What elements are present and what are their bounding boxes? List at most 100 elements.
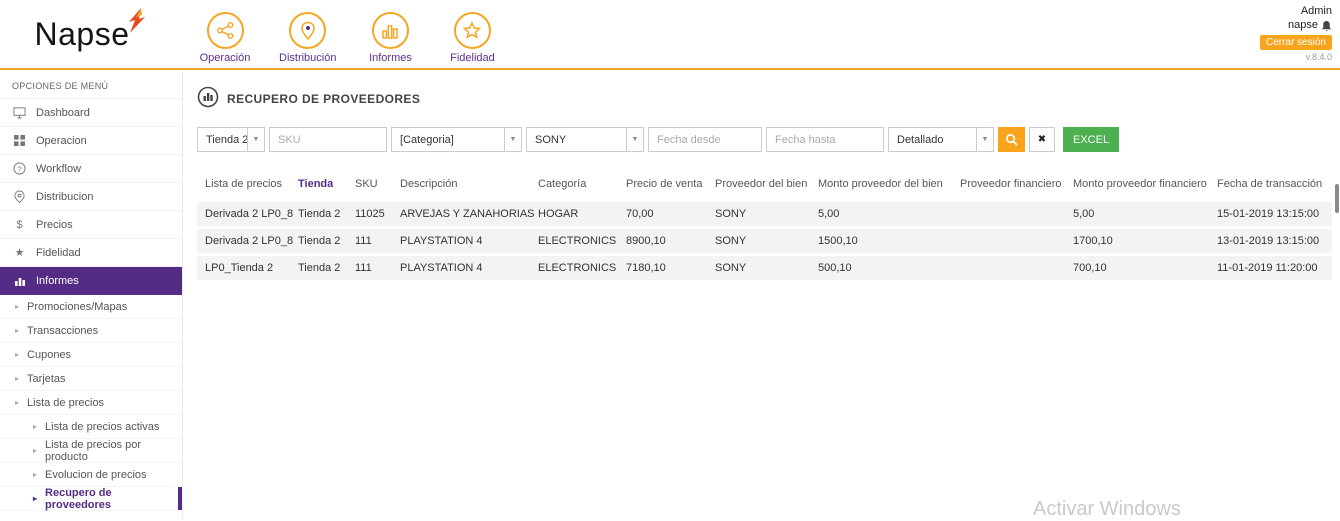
- sidebar-item-dashboard[interactable]: Dashboard: [0, 99, 182, 127]
- column-header-tienda[interactable]: Tienda: [294, 172, 351, 202]
- nav-label-informes: Informes: [369, 52, 412, 64]
- sidebar-subitem-tarjetas[interactable]: ▸ Tarjetas: [0, 367, 182, 391]
- caret-right-icon: ▸: [15, 326, 19, 335]
- column-header-fecha-de-transaccion[interactable]: Fecha de transacción: [1213, 172, 1332, 202]
- sidebar-subitem-cupones[interactable]: ▸ Cupones: [0, 343, 182, 367]
- category-select[interactable]: [Categoria] ▼: [391, 127, 522, 152]
- sku-input[interactable]: [269, 127, 387, 152]
- sidebar-item-workflow[interactable]: ? Workflow: [0, 155, 182, 183]
- sidebar-item-informes[interactable]: Informes: [0, 267, 182, 295]
- cell-tienda: Tienda 2: [294, 202, 351, 228]
- nav-distribucion[interactable]: Distribución: [279, 12, 336, 64]
- grid-icon: [12, 135, 27, 146]
- search-button[interactable]: [998, 127, 1025, 152]
- sidebar-subitem-transacciones[interactable]: ▸ Transacciones: [0, 319, 182, 343]
- nav-label-fidelidad: Fidelidad: [450, 52, 495, 64]
- bell-icon[interactable]: [1321, 20, 1332, 32]
- sidebar-subitem-lista-de-precios[interactable]: ▸ Lista de precios: [0, 391, 182, 415]
- caret-right-icon: ▸: [15, 302, 19, 311]
- logo-text: Napse: [35, 16, 130, 53]
- column-header-precio-de-venta[interactable]: Precio de venta: [622, 172, 711, 202]
- store-select-value: Tienda 2: [198, 128, 247, 151]
- cell-categoria: HOGAR: [534, 202, 622, 228]
- column-header-monto-proveedor-del-bien[interactable]: Monto proveedor del bien: [814, 172, 956, 202]
- cell-proveedor-financiero: [956, 255, 1069, 282]
- column-header-proveedor-del-bien[interactable]: Proveedor del bien: [711, 172, 814, 202]
- monitor-icon: [12, 106, 27, 119]
- sidebar-item-distribucion[interactable]: Distribucion: [0, 183, 182, 211]
- scrollbar-thumb[interactable]: [1335, 184, 1339, 213]
- clear-button[interactable]: ✖: [1029, 127, 1055, 152]
- table-row: Derivada 2 LP0_8 Tienda 2 111 PLAYSTATIO…: [197, 228, 1332, 255]
- cell-categoria: ELECTRONICS: [534, 255, 622, 282]
- sidebar-item-label: Informes: [36, 275, 79, 287]
- svg-text:?: ?: [17, 164, 21, 173]
- cell-lista-de-precios: LP0_Tienda 2: [197, 255, 294, 282]
- activate-windows-watermark: Activar Windows: [1033, 498, 1181, 521]
- sidebar-item-precios[interactable]: $ Precios: [0, 211, 182, 239]
- column-header-monto-proveedor-financiero[interactable]: Monto proveedor financiero: [1069, 172, 1213, 202]
- chevron-down-icon: ▼: [976, 128, 993, 151]
- cell-monto-proveedor-financiero: 5,00: [1069, 202, 1213, 228]
- star-icon: ★: [12, 246, 27, 259]
- napse-logo[interactable]: Napse: [0, 16, 183, 53]
- sidebar-item-label: Dashboard: [36, 107, 90, 119]
- filter-bar: Tienda 2 ▼ [Categoria] ▼ SONY ▼ Detallad…: [197, 127, 1340, 152]
- caret-right-icon: ▸: [33, 470, 37, 479]
- sidebar-subitem-label: Cupones: [27, 349, 71, 361]
- cell-categoria: ELECTRONICS: [534, 228, 622, 255]
- nav-operacion[interactable]: Operación: [197, 12, 253, 64]
- date-from-input[interactable]: [648, 127, 762, 152]
- column-header-sku[interactable]: SKU: [351, 172, 396, 202]
- question-circle-icon: ?: [12, 162, 27, 175]
- cell-precio-de-venta: 8900,10: [622, 228, 711, 255]
- store-select[interactable]: Tienda 2 ▼: [197, 127, 265, 152]
- distribucion-pin-icon: [289, 12, 326, 49]
- sidebar-subitem-label: Lista de precios: [27, 397, 104, 409]
- app-header: Napse Operación Distribución: [0, 0, 1340, 70]
- sidebar-subitem-label: Lista de precios activas: [45, 421, 159, 433]
- caret-right-icon: ▸: [15, 374, 19, 383]
- provider-select-value: SONY: [527, 128, 626, 151]
- table-header-row: Lista de precios Tienda SKU Descripción …: [197, 172, 1332, 202]
- cell-fecha-de-transaccion: 15-01-2019 13:15:00: [1213, 202, 1332, 228]
- provider-select[interactable]: SONY ▼: [526, 127, 644, 152]
- detail-level-select[interactable]: Detallado ▼: [888, 127, 994, 152]
- cell-lista-de-precios: Derivada 2 LP0_8: [197, 202, 294, 228]
- sidebar-item-fidelidad[interactable]: ★ Fidelidad: [0, 239, 182, 267]
- sidebar-item-label: Precios: [36, 219, 73, 231]
- cell-descripcion: ARVEJAS Y ZANAHORIAS: [396, 202, 534, 228]
- column-header-categoria[interactable]: Categoría: [534, 172, 622, 202]
- search-icon: [1005, 133, 1018, 146]
- chevron-down-icon: ▼: [504, 128, 521, 151]
- nav-fidelidad[interactable]: Fidelidad: [444, 12, 500, 64]
- cell-precio-de-venta: 7180,10: [622, 255, 711, 282]
- sidebar-subitem-label: Promociones/Mapas: [27, 301, 127, 313]
- cell-fecha-de-transaccion: 11-01-2019 11:20:00: [1213, 255, 1332, 282]
- cell-proveedor-del-bien: SONY: [711, 255, 814, 282]
- nav-informes[interactable]: Informes: [362, 12, 418, 64]
- sidebar-subitem-evolucion-de-precios[interactable]: ▸ Evolucion de precios: [0, 463, 182, 487]
- logout-button[interactable]: Cerrar sesión: [1260, 35, 1332, 50]
- column-header-descripcion[interactable]: Descripción: [396, 172, 534, 202]
- excel-button[interactable]: EXCEL: [1063, 127, 1119, 152]
- menu-caption: OPCIONES DE MENÚ: [0, 72, 182, 99]
- top-nav: Operación Distribución Informes: [197, 4, 500, 64]
- sidebar-item-operacion[interactable]: Operacion: [0, 127, 182, 155]
- cell-fecha-de-transaccion: 13-01-2019 13:15:00: [1213, 228, 1332, 255]
- caret-right-icon: ▸: [33, 494, 37, 503]
- sidebar-subitem-lista-de-precios-activas[interactable]: ▸ Lista de precios activas: [0, 415, 182, 439]
- username-text: napse: [1288, 19, 1318, 33]
- column-header-lista-de-precios[interactable]: Lista de precios: [197, 172, 294, 202]
- sidebar-item-label: Operacion: [36, 135, 87, 147]
- informes-chart-icon: [372, 12, 409, 49]
- sidebar-subitem-promociones-mapas[interactable]: ▸ Promociones/Mapas: [0, 295, 182, 319]
- sidebar-subitem-lista-de-precios-por-producto[interactable]: ▸ Lista de precios por producto: [0, 439, 182, 463]
- sidebar-subitem-recupero-de-proveedores[interactable]: ▸ Recupero de proveedores: [0, 487, 182, 511]
- user-role-label: Admin: [1260, 5, 1332, 19]
- date-to-input[interactable]: [766, 127, 884, 152]
- table-row: LP0_Tienda 2 Tienda 2 111 PLAYSTATION 4 …: [197, 255, 1332, 282]
- column-header-proveedor-financiero[interactable]: Proveedor financiero: [956, 172, 1069, 202]
- cell-sku: 111: [351, 228, 396, 255]
- dollar-icon: $: [12, 219, 27, 231]
